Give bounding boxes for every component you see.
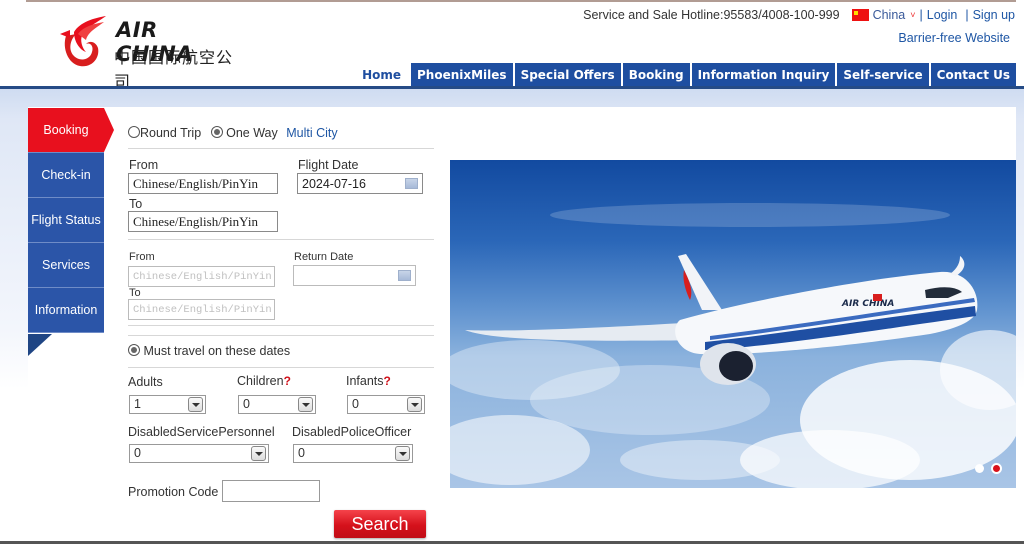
dropdown-arrow-icon[interactable] [188, 397, 203, 412]
from-label: From [129, 158, 159, 172]
children-select[interactable]: 0 [238, 395, 316, 414]
divider [128, 148, 434, 149]
separator: | [919, 8, 923, 22]
carousel-dots [975, 463, 1002, 474]
one-way-radio[interactable] [210, 126, 223, 138]
return-date-input[interactable] [293, 265, 416, 286]
disabled-police-label: DisabledPoliceOfficer [292, 425, 412, 439]
disabled-police-value: 0 [298, 446, 305, 460]
carousel-dot-1[interactable] [975, 464, 984, 473]
livery-text: AIR CHINA [841, 299, 894, 309]
nav-special-offers[interactable]: Special Offers [512, 63, 621, 87]
adults-value: 1 [134, 397, 141, 411]
to-label: To [129, 197, 143, 211]
ribbon-tail [28, 334, 52, 356]
login-link[interactable]: Login [927, 8, 958, 22]
return-to-input[interactable]: Chinese/English/PinYin [128, 299, 275, 320]
logo-chinese: 中国国际航空公司 [114, 48, 234, 91]
nav-booking[interactable]: Booking [620, 63, 690, 87]
dropdown-arrow-icon[interactable] [407, 397, 422, 412]
infants-select[interactable]: 0 [347, 395, 425, 414]
nav-phoenixmiles[interactable]: PhoenixMiles [409, 63, 513, 87]
return-to-label: To [129, 287, 141, 299]
side-tab-check-in[interactable]: Check-in [28, 153, 104, 198]
flight-date-value: 2024-07-16 [302, 177, 366, 191]
china-flag-icon [851, 9, 869, 21]
help-icon[interactable]: ? [284, 374, 291, 388]
main-nav: Home PhoenixMiles Special Offers Booking… [354, 63, 1016, 87]
infants-label-group: Infants? [346, 374, 391, 388]
airplane-image: AIR CHINA [450, 203, 1016, 488]
barrier-free-link[interactable]: Barrier-free Website [898, 31, 1010, 45]
page: AIR CHINA 中国国际航空公司 Service and Sale Hotl… [0, 0, 1024, 544]
flight-date-label: Flight Date [298, 158, 359, 172]
disabled-service-value: 0 [134, 446, 141, 460]
side-tab-flight-status[interactable]: Flight Status [28, 198, 104, 243]
must-travel-label[interactable]: Must travel on these dates [143, 344, 290, 358]
dropdown-arrow-icon[interactable] [395, 446, 410, 461]
signup-link[interactable]: Sign up [973, 8, 1015, 22]
one-way-label[interactable]: One Way [226, 126, 278, 140]
divider [128, 239, 434, 240]
trip-type-group: Round Trip One Way Multi City [128, 126, 338, 140]
side-tab-booking[interactable]: Booking [28, 108, 114, 153]
divider [128, 325, 434, 326]
must-travel-option[interactable]: Must travel on these dates [128, 344, 290, 358]
infants-value: 0 [352, 397, 359, 411]
nav-home[interactable]: Home [354, 63, 409, 87]
air-china-logo[interactable]: AIR CHINA 中国国际航空公司 [58, 14, 238, 91]
multi-city-link[interactable]: Multi City [286, 126, 337, 140]
nav-contact-us[interactable]: Contact Us [928, 63, 1016, 87]
separator: | [965, 8, 969, 22]
search-button[interactable]: Search [334, 510, 426, 538]
adults-select[interactable]: 1 [129, 395, 206, 414]
return-from-input[interactable]: Chinese/English/PinYin [128, 266, 275, 287]
adults-label: Adults [128, 375, 163, 389]
hotline-text: Service and Sale Hotline:95583/4008-100-… [583, 8, 840, 22]
phoenix-logo-icon [60, 16, 106, 67]
children-label: Children [237, 374, 284, 388]
round-trip-label[interactable]: Round Trip [140, 126, 201, 140]
chevron-down-icon[interactable]: ˅ [910, 10, 915, 20]
round-trip-radio[interactable] [128, 126, 140, 138]
calendar-icon[interactable] [405, 178, 418, 189]
side-tab-services[interactable]: Services [28, 243, 104, 288]
promo-code-input[interactable] [222, 480, 320, 502]
side-tabs: Booking Check-in Flight Status Services … [28, 108, 114, 333]
carousel-dot-2[interactable] [991, 463, 1002, 474]
divider [128, 335, 434, 336]
to-input[interactable]: Chinese/English/PinYin [128, 211, 278, 232]
infants-label: Infants [346, 374, 384, 388]
disabled-service-select[interactable]: 0 [129, 444, 269, 463]
help-icon[interactable]: ? [384, 374, 391, 388]
return-date-label: Return Date [294, 251, 354, 263]
promo-label: Promotion Code [128, 485, 219, 499]
dropdown-arrow-icon[interactable] [251, 446, 266, 461]
flight-date-input[interactable]: 2024-07-16 [297, 173, 423, 194]
top-divider [26, 0, 1016, 2]
side-tab-information[interactable]: Information [28, 288, 104, 333]
disabled-service-label: DisabledServicePersonnel [128, 425, 275, 439]
country-selector[interactable]: China [873, 8, 906, 22]
nav-self-service[interactable]: Self-service [835, 63, 929, 87]
divider [128, 367, 434, 368]
children-value: 0 [243, 397, 250, 411]
dropdown-arrow-icon[interactable] [298, 397, 313, 412]
calendar-icon[interactable] [398, 270, 411, 281]
children-label-group: Children? [237, 374, 291, 388]
nav-information-inquiry[interactable]: Information Inquiry [689, 63, 836, 87]
promo-banner[interactable]: AIR CHINA [450, 160, 1016, 488]
return-from-label: From [129, 251, 155, 263]
must-travel-radio[interactable] [128, 344, 140, 356]
header-utility-bar: Service and Sale Hotline:95583/4008-100-… [583, 8, 1015, 22]
from-input[interactable]: Chinese/English/PinYin [128, 173, 278, 194]
disabled-police-select[interactable]: 0 [293, 444, 413, 463]
